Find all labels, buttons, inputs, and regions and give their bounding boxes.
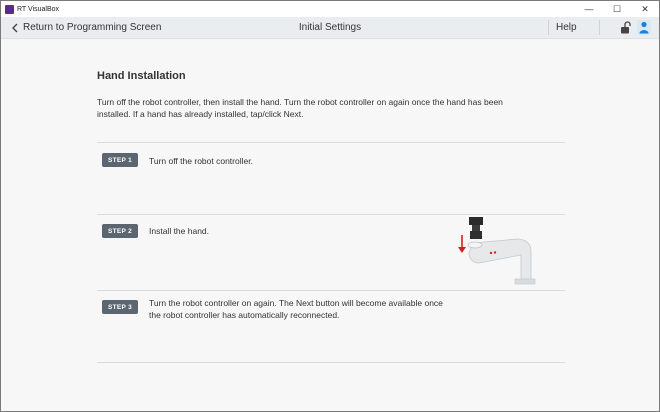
step-text: Turn the robot controller on again. The … bbox=[149, 298, 443, 320]
unlock-icon[interactable] bbox=[620, 21, 632, 34]
minimize-button[interactable]: — bbox=[575, 1, 603, 17]
divider bbox=[97, 142, 565, 143]
maximize-button[interactable]: ☐ bbox=[603, 1, 631, 17]
back-button[interactable]: Return to Programming Screen bbox=[9, 17, 161, 38]
app-icon bbox=[5, 4, 14, 14]
intro-text: Turn off the robot controller, then inst… bbox=[97, 97, 503, 119]
divider bbox=[599, 20, 600, 35]
page-title: Hand Installation bbox=[97, 70, 186, 82]
step-badge: STEP 2 bbox=[102, 224, 138, 238]
window-titlebar: RT VisualBox — ☐ ✕ bbox=[1, 1, 659, 17]
main-content: Hand Installation Turn off the robot con… bbox=[1, 39, 659, 411]
window-controls: — ☐ ✕ bbox=[575, 1, 659, 17]
step-text: Turn off the robot controller. bbox=[149, 156, 253, 166]
divider bbox=[548, 20, 549, 35]
step-badge: STEP 3 bbox=[102, 300, 138, 314]
header-bar: Return to Programming Screen Initial Set… bbox=[1, 17, 659, 39]
step-badge: STEP 1 bbox=[102, 153, 138, 167]
chevron-left-icon bbox=[12, 23, 18, 32]
app-window: RT VisualBox — ☐ ✕ Return to Programming… bbox=[0, 0, 660, 412]
help-button[interactable]: Help bbox=[556, 17, 577, 38]
back-label: Return to Programming Screen bbox=[23, 22, 162, 33]
app-title: RT VisualBox bbox=[17, 5, 60, 13]
step-text: Install the hand. bbox=[149, 226, 210, 236]
robot-hand-illustration bbox=[458, 217, 536, 285]
divider bbox=[97, 362, 565, 363]
user-icon[interactable] bbox=[637, 20, 651, 35]
close-button[interactable]: ✕ bbox=[631, 1, 659, 17]
divider bbox=[97, 290, 565, 291]
